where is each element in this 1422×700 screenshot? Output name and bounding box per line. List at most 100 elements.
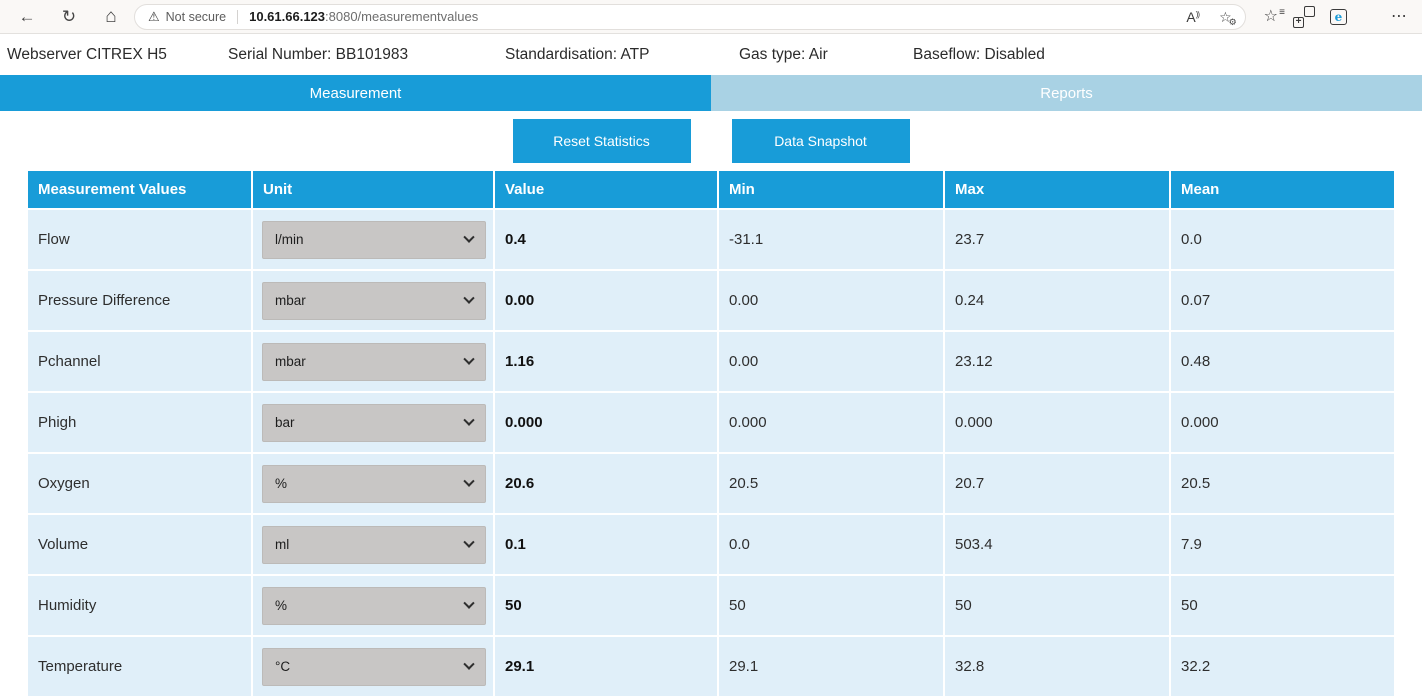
mean-cell: 32.2 [1171, 637, 1394, 696]
tab-bar: Measurement Reports [0, 75, 1422, 111]
url-host: 10.61.66.123 [249, 9, 325, 24]
unit-cell: ml [253, 515, 493, 574]
row-label: Temperature [28, 637, 251, 696]
min-cell: 0.000 [719, 393, 943, 452]
standardisation: Standardisation: ATP [505, 46, 739, 64]
value-cell: 0.000 [495, 393, 717, 452]
unit-cell: mbar [253, 271, 493, 330]
header-unit: Unit [253, 171, 493, 208]
value-cell: 1.16 [495, 332, 717, 391]
unit-select[interactable]: mbar [262, 282, 486, 320]
home-icon[interactable]: ⌂ [98, 4, 124, 30]
unit-select-value: l/min [275, 232, 304, 247]
max-cell: 23.12 [945, 332, 1169, 391]
unit-cell: l/min [253, 210, 493, 269]
unit-cell: °C [253, 637, 493, 696]
url-text[interactable]: 10.61.66.123:8080/measurementvalues [249, 9, 478, 24]
tab-measurement[interactable]: Measurement [0, 75, 711, 111]
value-cell: 50 [495, 576, 717, 635]
mean-cell: 0.07 [1171, 271, 1394, 330]
value-cell: 0.4 [495, 210, 717, 269]
row-label: Oxygen [28, 454, 251, 513]
chevron-down-icon [463, 597, 474, 608]
unit-select[interactable]: % [262, 587, 486, 625]
unit-select[interactable]: ml [262, 526, 486, 564]
chevron-down-icon [463, 231, 474, 242]
min-cell: -31.1 [719, 210, 943, 269]
unit-select-value: ml [275, 537, 289, 552]
unit-cell: mbar [253, 332, 493, 391]
header-mean: Mean [1171, 171, 1394, 208]
ie-mode-icon[interactable]: e [1330, 9, 1347, 25]
not-secure-label[interactable]: Not secure [166, 10, 226, 24]
max-cell: 0.24 [945, 271, 1169, 330]
value-cell: 0.00 [495, 271, 717, 330]
chevron-down-icon [463, 414, 474, 425]
browser-toolbar: ← ↻ ⌂ ⚠ Not secure 10.61.66.123:8080/mea… [0, 0, 1422, 34]
mean-cell: 0.48 [1171, 332, 1394, 391]
action-buttons-row: Reset Statistics Data Snapshot [0, 111, 1422, 171]
min-cell: 0.00 [719, 332, 943, 391]
mean-cell: 50 [1171, 576, 1394, 635]
row-label: Flow [28, 210, 251, 269]
back-icon[interactable]: ← [14, 4, 40, 30]
favorites-icon[interactable]: ☆≡ [1264, 9, 1278, 25]
header-max: Max [945, 171, 1169, 208]
device-info-header: Webserver CITREX H5 Serial Number: BB101… [0, 34, 1422, 75]
unit-select-value: °C [275, 659, 290, 674]
row-label: Phigh [28, 393, 251, 452]
row-label: Pchannel [28, 332, 251, 391]
row-label: Volume [28, 515, 251, 574]
chevron-down-icon [463, 292, 474, 303]
chevron-down-icon [463, 658, 474, 669]
not-secure-warning-icon: ⚠ [148, 10, 160, 23]
mean-cell: 7.9 [1171, 515, 1394, 574]
min-cell: 0.0 [719, 515, 943, 574]
unit-cell: bar [253, 393, 493, 452]
unit-cell: % [253, 576, 493, 635]
url-path: :8080/measurementvalues [325, 9, 478, 24]
chevron-down-icon [463, 475, 474, 486]
reset-statistics-button[interactable]: Reset Statistics [513, 119, 691, 163]
mean-cell: 0.000 [1171, 393, 1394, 452]
unit-select[interactable]: °C [262, 648, 486, 686]
value-cell: 29.1 [495, 637, 717, 696]
unit-select-value: % [275, 598, 287, 613]
mean-cell: 0.0 [1171, 210, 1394, 269]
max-cell: 0.000 [945, 393, 1169, 452]
add-favorites-icon[interactable]: ☆⚙ [1219, 10, 1232, 24]
refresh-icon[interactable]: ↻ [56, 4, 82, 30]
min-cell: 20.5 [719, 454, 943, 513]
unit-select[interactable]: l/min [262, 221, 486, 259]
data-snapshot-button[interactable]: Data Snapshot [732, 119, 910, 163]
max-cell: 32.8 [945, 637, 1169, 696]
row-label: Humidity [28, 576, 251, 635]
read-aloud-icon[interactable]: A)) [1186, 10, 1199, 24]
header-value: Value [495, 171, 717, 208]
baseflow: Baseflow: Disabled [913, 46, 1045, 64]
max-cell: 50 [945, 576, 1169, 635]
measurement-table: Measurement Values Unit Value Min Max Me… [28, 171, 1394, 696]
more-menu-icon[interactable]: ⋯ [1391, 9, 1408, 25]
device-title: Webserver CITREX H5 [7, 46, 228, 64]
serial-number: Serial Number: BB101983 [228, 46, 505, 64]
unit-select-value: mbar [275, 354, 306, 369]
unit-select-value: % [275, 476, 287, 491]
max-cell: 23.7 [945, 210, 1169, 269]
gas-type: Gas type: Air [739, 46, 913, 64]
unit-select[interactable]: % [262, 465, 486, 503]
address-bar[interactable]: ⚠ Not secure 10.61.66.123:8080/measureme… [134, 4, 1246, 30]
chevron-down-icon [463, 536, 474, 547]
max-cell: 503.4 [945, 515, 1169, 574]
tab-reports[interactable]: Reports [711, 75, 1422, 111]
min-cell: 50 [719, 576, 943, 635]
unit-select[interactable]: mbar [262, 343, 486, 381]
value-cell: 0.1 [495, 515, 717, 574]
mean-cell: 20.5 [1171, 454, 1394, 513]
min-cell: 29.1 [719, 637, 943, 696]
value-cell: 20.6 [495, 454, 717, 513]
header-measurement-values: Measurement Values [28, 171, 251, 208]
unit-select[interactable]: bar [262, 404, 486, 442]
unit-cell: % [253, 454, 493, 513]
row-label: Pressure Difference [28, 271, 251, 330]
